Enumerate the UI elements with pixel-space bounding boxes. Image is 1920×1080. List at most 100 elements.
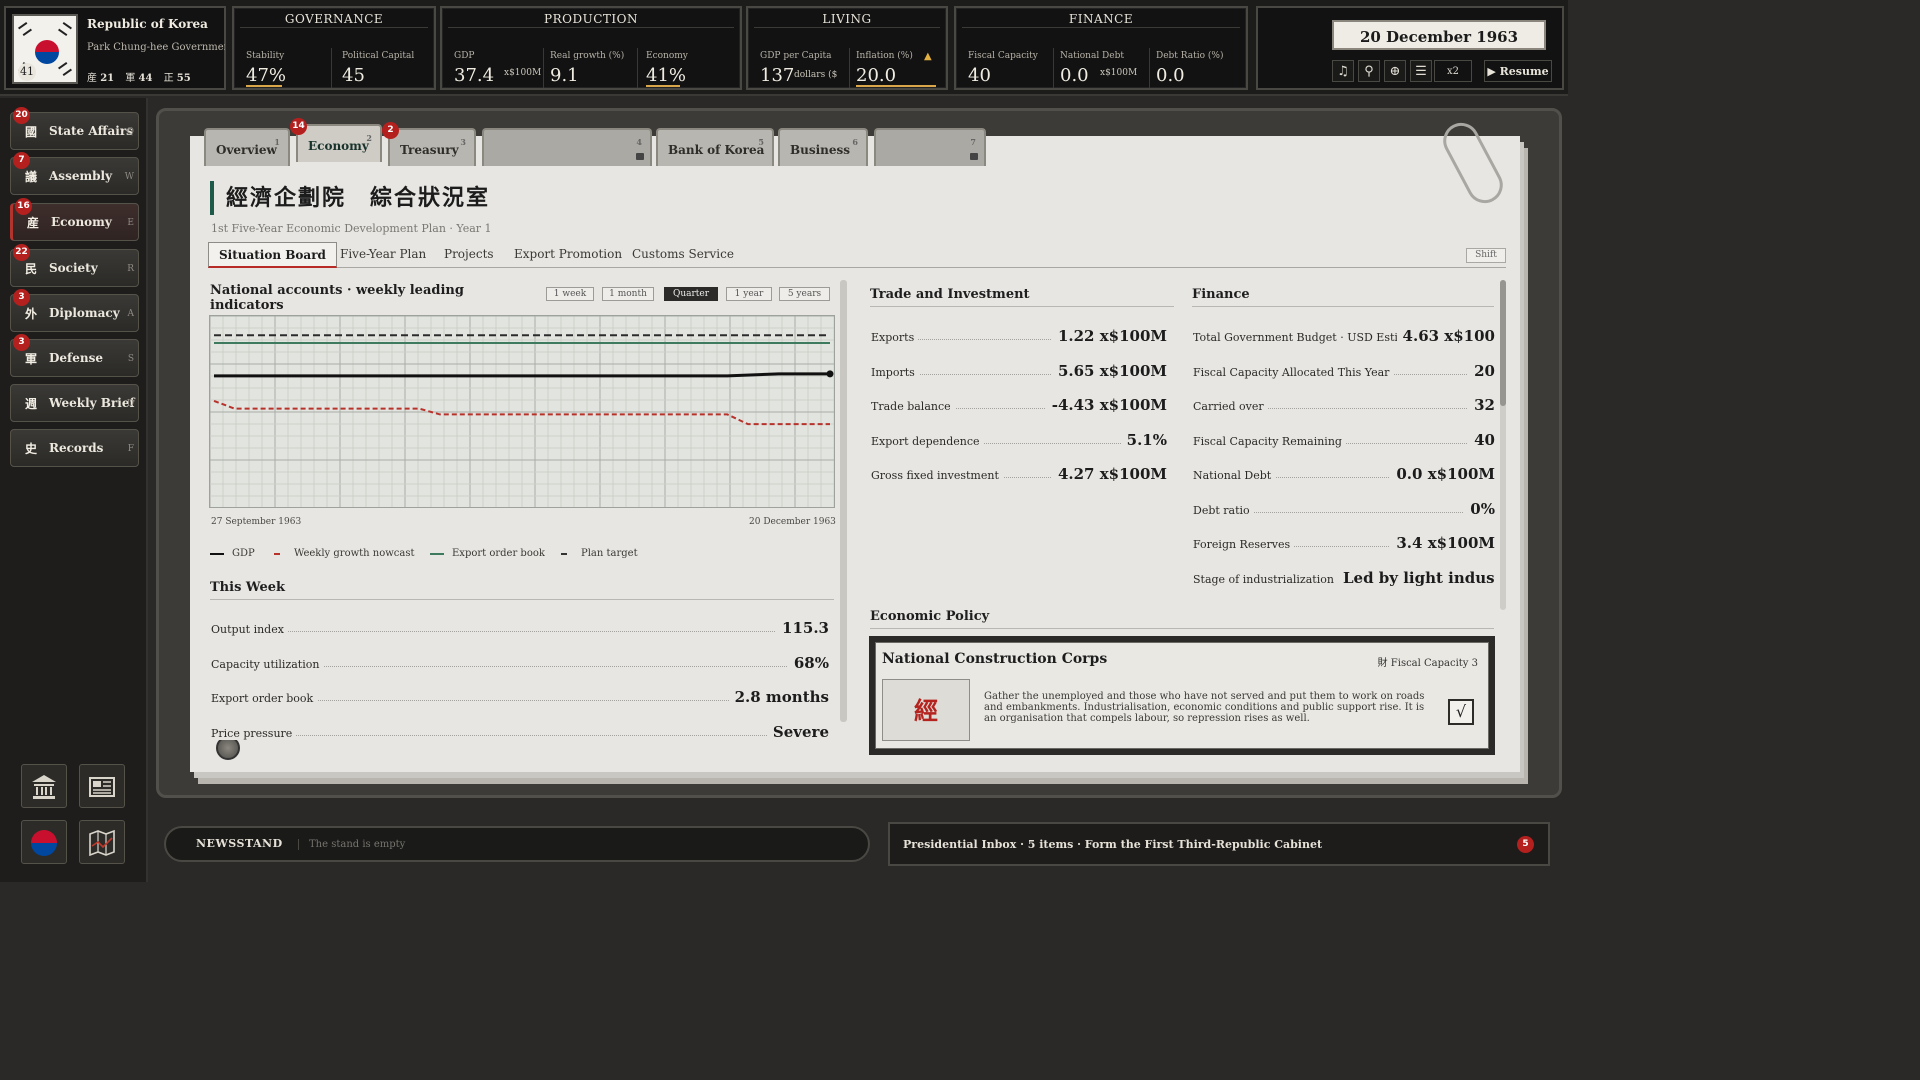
resource-glyph: 産	[87, 73, 97, 84]
x-axis-end-label: 20 December 1963	[749, 517, 836, 527]
tab-overview[interactable]: Overview 1	[204, 128, 290, 166]
finance-top-panel[interactable]: FINANCE Fiscal Capacity 40 National Debt…	[954, 6, 1248, 90]
subtab-bar: Situation Board Five-Year Plan Projects Exp…	[208, 242, 1506, 268]
stat-label: Fiscal Capacity	[968, 51, 1038, 61]
production-panel[interactable]: PRODUCTION GDP 37.4 x$100M Real growth (…	[440, 6, 742, 90]
presidential-inbox[interactable]: Presidential Inbox · 5 items · Form the …	[888, 822, 1550, 866]
range-5-years-button[interactable]: 5 years	[779, 287, 830, 301]
tab-locked-4[interactable]: 4	[482, 128, 652, 166]
living-panel[interactable]: LIVING GDP per Capita 137 dollars ($ Inf…	[746, 6, 948, 90]
sidebar-item-badge: 3	[13, 289, 30, 306]
sidebar-item-badge: 3	[13, 334, 30, 351]
sidebar-item-records[interactable]: 史 Records F	[10, 429, 139, 467]
resource-counters: 産 21 軍 44 正 55	[87, 69, 199, 84]
newsstand-bar[interactable]: NEWSSTAND The stand is empty	[164, 826, 870, 862]
stat-bar	[856, 85, 936, 87]
policy-card[interactable]: National Construction Corps 財 Fiscal Cap…	[869, 636, 1495, 755]
sidebar-item-label: Records	[49, 441, 104, 455]
sidebar-item-economy[interactable]: 産 Economy E 16	[10, 198, 139, 241]
finance-row: National Debt 0.0 x$100M	[1193, 464, 1495, 486]
sidebar-item-weekly-brief[interactable]: 週 Weekly Brief D	[10, 384, 139, 422]
map-button[interactable]	[79, 820, 125, 864]
sidebar-item-state-affairs[interactable]: 國 State Affairs Q 20	[10, 107, 139, 150]
subtab-customs-service[interactable]: Customs Service	[622, 242, 744, 268]
row-leader	[211, 734, 829, 736]
compass-icon[interactable]	[216, 736, 240, 760]
left-scrollbar[interactable]	[840, 280, 847, 722]
government-building-button[interactable]	[21, 764, 67, 808]
korea-flag-icon[interactable]: 41	[12, 14, 78, 84]
shift-button[interactable]: Shift	[1466, 248, 1506, 263]
stat-label: Political Capital	[342, 51, 415, 61]
subtab-export-promotion[interactable]: Export Promotion	[504, 242, 632, 268]
governance-panel[interactable]: GOVERNANCE Stability 47% Political Capit…	[232, 6, 436, 90]
tab-bank-of-korea[interactable]: Bank of Korea 5	[656, 128, 774, 166]
speed-button[interactable]: x2	[1434, 60, 1472, 82]
row-label: Price pressure	[211, 726, 297, 740]
tab-label: Economy	[308, 139, 369, 153]
legend-swatch	[274, 552, 280, 555]
country-panel[interactable]: 41 Republic of Korea Park Chung-hee Gove…	[4, 6, 226, 90]
newsstand-label: NEWSSTAND	[196, 837, 283, 850]
menu-icon[interactable]: ☰	[1410, 60, 1432, 82]
subtab-five-year-plan[interactable]: Five-Year Plan	[330, 242, 436, 268]
range-1-month-button[interactable]: 1 month	[602, 287, 654, 301]
gdp-per-capita-stat[interactable]: GDP per Capita 137 dollars ($	[754, 48, 850, 88]
trade-row: Gross fixed investment 4.27 x$100M	[871, 464, 1167, 486]
debt-ratio-stat[interactable]: Debt Ratio (%) 0.0	[1150, 48, 1240, 88]
this-week-row: Capacity utilization 68%	[211, 653, 829, 675]
tab-badge: 14	[290, 118, 307, 135]
subtab-projects[interactable]: Projects	[434, 242, 504, 268]
row-label: Debt ratio	[1193, 503, 1254, 517]
legend-label: Plan target	[581, 548, 638, 559]
stat-value: 0.0	[1156, 65, 1185, 86]
right-scrollbar[interactable]	[1500, 280, 1506, 610]
real-growth-stat[interactable]: Real growth (%) 9.1	[544, 48, 638, 88]
sidebar-item-hotkey: E	[127, 218, 134, 228]
resume-button[interactable]: ▶ Resume	[1484, 60, 1552, 82]
inflation-stat[interactable]: Inflation (%) 20.0 ▲	[850, 48, 942, 88]
stat-label: GDP per Capita	[760, 51, 832, 61]
subtab-situation-board[interactable]: Situation Board	[208, 242, 337, 268]
resource-glyph: 軍	[125, 73, 136, 84]
stat-value: 9.1	[550, 65, 579, 86]
tab-economy[interactable]: Economy 2 14	[290, 118, 382, 162]
tab-locked-7[interactable]: 7	[874, 128, 986, 166]
trade-section-title: Trade and Investment	[870, 287, 1174, 307]
scrollbar-thumb[interactable]	[1500, 280, 1506, 406]
national-debt-stat[interactable]: National Debt 0.0 x$100M	[1054, 48, 1150, 88]
range-1-year-button[interactable]: 1 year	[726, 287, 772, 301]
newsstand-status: The stand is empty	[298, 839, 405, 850]
music-icon[interactable]: ♫	[1332, 60, 1354, 82]
chart-grid	[210, 316, 834, 507]
tab-business[interactable]: Business 6	[778, 128, 868, 166]
tab-treasury[interactable]: Treasury 3 2	[382, 122, 476, 166]
political-capital-stat[interactable]: Political Capital 45	[336, 48, 428, 88]
search-icon[interactable]: ⚲	[1358, 60, 1380, 82]
sidebar-item-defense[interactable]: 軍 Defense S 3	[10, 334, 139, 377]
tab-label: Treasury	[400, 143, 459, 157]
sidebar-item-diplomacy[interactable]: 外 Diplomacy A 3	[10, 289, 139, 332]
legend-label: GDP	[232, 548, 255, 559]
page-subtitle: 1st Five-Year Economic Development Plan …	[211, 222, 492, 235]
newspaper-button[interactable]	[79, 764, 125, 808]
sidebar-item-hotkey: F	[127, 444, 134, 454]
policy-checkbox[interactable]: √	[1448, 699, 1474, 725]
sidebar-item-glyph: 民	[25, 262, 38, 276]
sidebar-item-label: State Affairs	[49, 124, 133, 138]
map-icon	[89, 829, 115, 857]
stability-stat[interactable]: Stability 47%	[240, 48, 332, 88]
gdp-stat[interactable]: GDP 37.4 x$100M	[448, 48, 544, 88]
legend-gdp: GDP	[210, 548, 255, 559]
globe-icon[interactable]: ⊕	[1384, 60, 1406, 82]
national-flag-button[interactable]	[21, 820, 67, 864]
range-1-week-button[interactable]: 1 week	[546, 287, 594, 301]
fiscal-capacity-stat[interactable]: Fiscal Capacity 40	[962, 48, 1054, 88]
trade-row: Exports 1.22 x$100M	[871, 326, 1167, 348]
range-quarter-button[interactable]: Quarter	[664, 287, 718, 301]
economy-stat[interactable]: Economy 41%	[640, 48, 732, 88]
sidebar-item-label: Assembly	[49, 169, 113, 183]
sidebar-item-assembly[interactable]: 議 Assembly W 7	[10, 152, 139, 195]
sidebar-item-society[interactable]: 民 Society R 22	[10, 244, 139, 287]
sidebar-item-label: Weekly Brief	[49, 396, 135, 410]
